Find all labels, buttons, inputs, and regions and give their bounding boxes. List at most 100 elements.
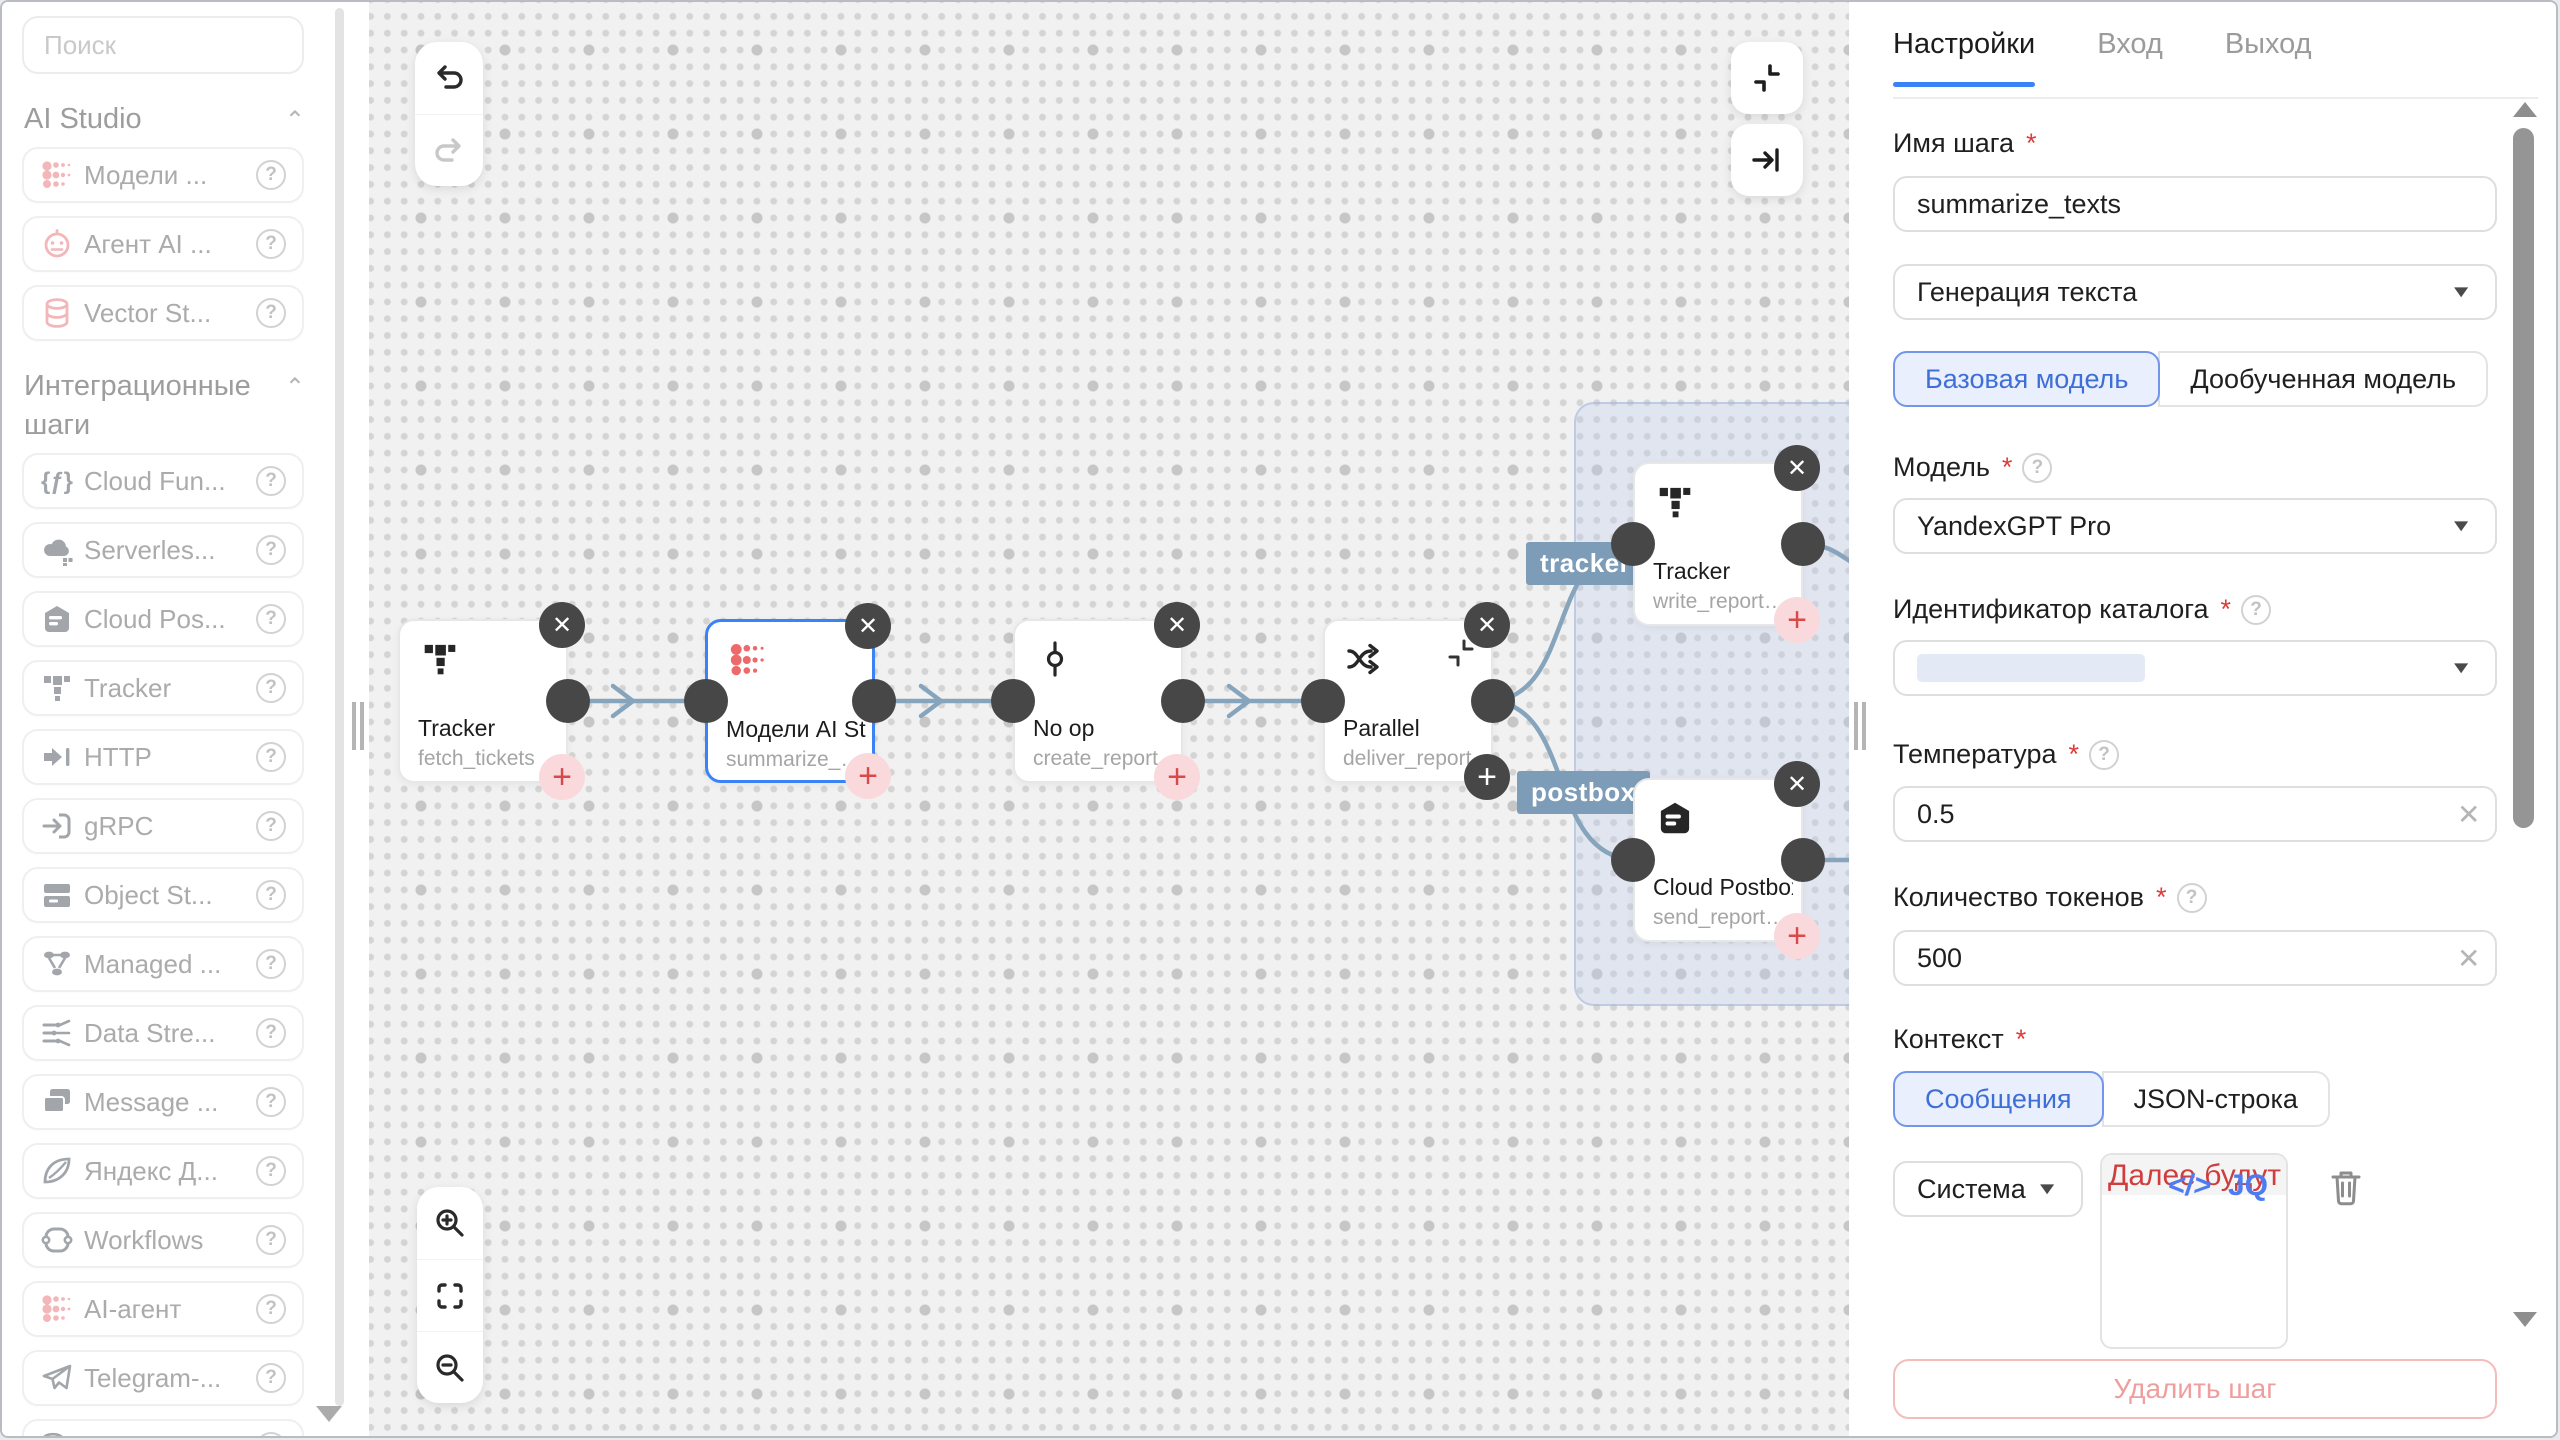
help-icon[interactable]: ? bbox=[256, 466, 286, 496]
help-icon[interactable]: ? bbox=[256, 535, 286, 565]
delete-node-button[interactable]: ✕ bbox=[1774, 761, 1820, 807]
palette-item-ai-models[interactable]: AI-агент? bbox=[22, 1281, 304, 1337]
sidebar-resize-handle[interactable] bbox=[347, 2, 369, 1436]
collapse-nodes-button[interactable] bbox=[1731, 42, 1803, 114]
base-model-option[interactable]: Базовая модель bbox=[1893, 351, 2160, 407]
help-icon[interactable]: ? bbox=[256, 949, 286, 979]
delete-node-button[interactable]: ✕ bbox=[1154, 602, 1200, 648]
palette-item-message-queue[interactable]: Message ...? bbox=[22, 1074, 304, 1130]
help-icon[interactable]: ? bbox=[2177, 883, 2207, 913]
output-port[interactable] bbox=[852, 679, 896, 723]
input-port[interactable] bbox=[991, 679, 1035, 723]
workflow-node-create_report[interactable]: No opcreate_report✕+ bbox=[1013, 619, 1183, 783]
delete-node-button[interactable]: ✕ bbox=[1774, 445, 1820, 491]
delete-node-button[interactable]: ✕ bbox=[539, 602, 585, 648]
help-icon[interactable]: ? bbox=[256, 160, 286, 190]
palette-item-workflows[interactable]: Workflows? bbox=[22, 1212, 304, 1268]
tokens-input[interactable] bbox=[1893, 930, 2497, 986]
help-icon[interactable]: ? bbox=[256, 229, 286, 259]
help-icon[interactable]: ? bbox=[2241, 595, 2271, 625]
input-port[interactable] bbox=[1611, 838, 1655, 882]
help-icon[interactable]: ? bbox=[256, 1363, 286, 1393]
help-icon[interactable]: ? bbox=[256, 604, 286, 634]
sidebar-scrollbar[interactable] bbox=[335, 8, 344, 1406]
add-step-button[interactable]: + bbox=[1774, 597, 1820, 643]
delete-message-button[interactable] bbox=[2327, 1167, 2365, 1207]
help-icon[interactable]: ? bbox=[256, 811, 286, 841]
add-step-button[interactable]: + bbox=[1774, 913, 1820, 959]
tab-input[interactable]: Вход bbox=[2097, 28, 2163, 87]
context-json-option[interactable]: JSON-строка bbox=[2102, 1071, 2330, 1127]
help-icon[interactable]: ? bbox=[256, 1018, 286, 1048]
chevron-up-icon[interactable]: ⌃ bbox=[285, 373, 305, 402]
input-port[interactable] bbox=[1611, 522, 1655, 566]
output-port[interactable] bbox=[1781, 522, 1825, 566]
help-icon[interactable]: ? bbox=[256, 880, 286, 910]
help-icon[interactable]: ? bbox=[256, 1432, 286, 1436]
zoom-out-button[interactable] bbox=[417, 1331, 483, 1403]
palette-item-vector-store[interactable]: Vector St...? bbox=[22, 285, 304, 341]
help-icon[interactable]: ? bbox=[256, 1225, 286, 1255]
folder-id-select[interactable]: ▼ bbox=[1893, 640, 2497, 696]
panel-resize-handle[interactable] bbox=[1849, 2, 1871, 1436]
palette-item-ai-agent-face[interactable]: Агент AI ...? bbox=[22, 216, 304, 272]
palette-item-grpc[interactable]: gRPC? bbox=[22, 798, 304, 854]
help-icon[interactable]: ? bbox=[256, 1294, 286, 1324]
insert-code-icon[interactable]: </> bbox=[2166, 1169, 2214, 1203]
sidebar-section-header[interactable]: AI Studio⌃ bbox=[24, 100, 331, 139]
palette-item-yandex-disk[interactable]: Яндекс Д...? bbox=[22, 1143, 304, 1199]
step-name-input[interactable] bbox=[1893, 176, 2497, 232]
help-icon[interactable]: ? bbox=[256, 742, 286, 772]
temperature-input[interactable] bbox=[1893, 786, 2497, 842]
delete-step-button[interactable]: Удалить шаг bbox=[1893, 1359, 2497, 1419]
workflow-node-deliver_report[interactable]: Paralleldeliver_report✕+ bbox=[1323, 619, 1493, 783]
add-step-button[interactable]: + bbox=[539, 754, 585, 800]
output-port[interactable] bbox=[1161, 679, 1205, 723]
palette-item-cloud-functions[interactable]: {ƒ}Cloud Fun...? bbox=[22, 453, 304, 509]
palette-item-data-streams[interactable]: Data Stre...? bbox=[22, 1005, 304, 1061]
palette-item-ai-models[interactable]: Модели ...? bbox=[22, 147, 304, 203]
add-step-button[interactable]: + bbox=[1464, 754, 1510, 800]
clear-icon[interactable]: ✕ bbox=[2457, 798, 2480, 831]
delete-node-button[interactable]: ✕ bbox=[1464, 602, 1510, 648]
scroll-up-icon[interactable] bbox=[2513, 102, 2537, 117]
help-icon[interactable]: ? bbox=[256, 298, 286, 328]
help-icon[interactable]: ? bbox=[256, 1156, 286, 1186]
tuned-model-option[interactable]: Дообученная модель bbox=[2158, 351, 2488, 407]
palette-item-cloud-postbox[interactable]: Cloud Pos...? bbox=[22, 591, 304, 647]
model-select[interactable]: YandexGPT Pro ▼ bbox=[1893, 498, 2497, 554]
scroll-down-icon[interactable] bbox=[2513, 1312, 2537, 1327]
add-step-button[interactable]: + bbox=[845, 753, 891, 799]
workflow-node-summarize_texts[interactable]: Модели AI Studiosummarize_texts✕+ bbox=[705, 619, 875, 783]
add-step-button[interactable]: + bbox=[1154, 754, 1200, 800]
workflow-node-fetch_tickets[interactable]: Trackerfetch_tickets✕+ bbox=[398, 619, 568, 783]
zoom-in-button[interactable] bbox=[417, 1187, 483, 1259]
jq-template-icon[interactable]: JQ bbox=[2228, 1169, 2268, 1203]
scrollbar-thumb[interactable] bbox=[2513, 128, 2534, 828]
palette-item-http[interactable]: HTTP? bbox=[22, 729, 304, 785]
redo-button[interactable] bbox=[415, 114, 483, 186]
palette-item-object-storage[interactable]: Object St...? bbox=[22, 867, 304, 923]
delete-node-button[interactable]: ✕ bbox=[845, 603, 891, 649]
tab-settings[interactable]: Настройки bbox=[1893, 28, 2035, 87]
output-port[interactable] bbox=[546, 679, 590, 723]
help-icon[interactable]: ? bbox=[256, 1087, 286, 1117]
task-type-select[interactable]: Генерация текста ▼ bbox=[1893, 264, 2497, 320]
output-port[interactable] bbox=[1781, 838, 1825, 882]
chevron-up-icon[interactable]: ⌃ bbox=[285, 106, 305, 135]
clear-icon[interactable]: ✕ bbox=[2457, 942, 2480, 975]
palette-item-database-query[interactable]: Database ...? bbox=[22, 1419, 304, 1436]
undo-button[interactable] bbox=[415, 42, 483, 114]
help-icon[interactable]: ? bbox=[2022, 453, 2052, 483]
context-messages-option[interactable]: Сообщения bbox=[1893, 1071, 2104, 1127]
skip-to-end-button[interactable] bbox=[1731, 124, 1803, 196]
sidebar-section-header[interactable]: Интеграционные шаги⌃ bbox=[24, 367, 331, 445]
input-port[interactable] bbox=[1301, 679, 1345, 723]
palette-item-serverless-containers[interactable]: Serverles...? bbox=[22, 522, 304, 578]
message-role-select[interactable]: Система ▼ bbox=[1893, 1161, 2083, 1217]
search-input[interactable] bbox=[22, 16, 304, 74]
workflow-node-send_report_via_[interactable]: Cloud Postboxsend_report_via_...✕+ bbox=[1633, 778, 1803, 942]
help-icon[interactable]: ? bbox=[256, 673, 286, 703]
output-port[interactable] bbox=[1471, 679, 1515, 723]
workflow-node-write_report_to_[interactable]: Trackerwrite_report_to_...✕+ bbox=[1633, 462, 1803, 626]
